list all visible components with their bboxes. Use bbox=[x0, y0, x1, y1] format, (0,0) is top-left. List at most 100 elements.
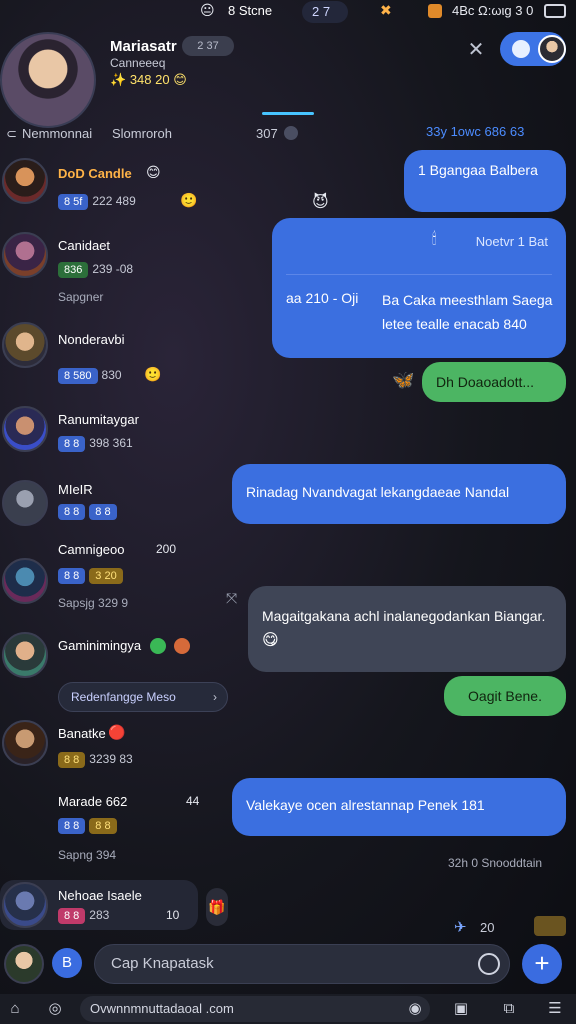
tools-icon[interactable]: ✕ bbox=[462, 36, 490, 64]
menu-icon[interactable]: ☰ bbox=[544, 998, 566, 1020]
tab-label-a[interactable]: Nemmonnai bbox=[22, 126, 92, 141]
contact-item[interactable]: Canidaet 836 239 -08 Sapgner bbox=[0, 228, 240, 308]
contact-name: Canidaet bbox=[58, 238, 111, 253]
emoji-icon: 🙂 bbox=[144, 366, 162, 382]
contact-item[interactable]: MIeIR 8 88 8 bbox=[0, 476, 240, 530]
contact-name: Camnigeoo bbox=[58, 542, 125, 557]
message-text: Rinadag Nvandvagat lekangdaeae Nandal bbox=[246, 484, 510, 500]
contact-badge: 8 8 bbox=[58, 568, 86, 584]
contact-avatar bbox=[2, 882, 48, 928]
status-bar: 😐 8 Stcne 2 7 ✖ 4Bc Ω:ωιg 3 0 bbox=[0, 0, 576, 24]
contact-meta: 239 -08 bbox=[92, 262, 134, 276]
message-text: Oagit Bene. bbox=[468, 688, 542, 704]
contact-item[interactable]: DoD Candle 😊 8 5f 222 489 🙂 bbox=[0, 154, 240, 214]
bookmark-icon[interactable]: ▣ bbox=[450, 998, 472, 1020]
message-bubble-in[interactable]: Magaitgakana achl inalanegodankan Bianga… bbox=[248, 586, 566, 672]
attach-button[interactable]: B bbox=[52, 948, 82, 978]
reload-icon[interactable]: ◉ bbox=[404, 998, 426, 1020]
contact-avatar bbox=[2, 406, 48, 452]
message-bubble-out[interactable]: Oagit Bene. bbox=[444, 676, 566, 716]
contact-item[interactable]: Camnigeoo 200 8 83 20 Sapsjg 329 9 bbox=[0, 540, 240, 614]
smile-icon: 😊 bbox=[146, 164, 161, 180]
section-mid-icon bbox=[284, 126, 298, 140]
contact-avatar bbox=[2, 158, 48, 204]
contact-badge: 8 8 bbox=[58, 752, 86, 768]
reaction-icon: 🦋 bbox=[392, 370, 415, 390]
contact-meta: 222 489 bbox=[92, 194, 136, 208]
contact-item[interactable]: Ranumitaygar 8 8 398 361 bbox=[0, 402, 240, 462]
footer-note: 32h 0 Snooddtain bbox=[448, 856, 543, 870]
section-row: ⊂ Nemmonnai Slomroroh 307 33y 1owc 686 6… bbox=[0, 124, 576, 144]
heart-icon: 🔴 bbox=[108, 724, 126, 740]
composer-avatar[interactable] bbox=[4, 944, 44, 984]
profile-stats-value: 348 20 bbox=[129, 72, 170, 87]
contact-item-selected[interactable]: Nehoae Isaele 8 8 283 10 bbox=[0, 880, 198, 930]
pin-icon: ✈ bbox=[454, 919, 467, 936]
contact-name: Ranumitaygar bbox=[58, 412, 139, 427]
mini-avatar bbox=[538, 35, 566, 63]
profile-subtitle: Canneeeq bbox=[110, 56, 166, 70]
message-bubble-out[interactable]: Rinadag Nvandvagat lekangdaeae Nandal bbox=[232, 464, 566, 524]
contact-badge: 8 8 bbox=[58, 504, 86, 520]
contact-meta: 830 bbox=[101, 368, 122, 382]
chat-header: Mariasatr 2 37 Canneeeq ✨ 348 20 😊 ✕ bbox=[0, 24, 576, 128]
status-left-label: 8 Stcne bbox=[228, 3, 273, 18]
contact-name: Marade 662 bbox=[58, 794, 128, 809]
message-bubble-out[interactable]: 1 Bgangaa Balbera bbox=[404, 150, 566, 212]
contact-item[interactable]: Nonderavbi 8 580 830 🙂 bbox=[0, 318, 240, 388]
call-icon bbox=[512, 40, 530, 58]
message-bubble-out[interactable]: Valekaye ocen alrestannap Penek 181 bbox=[232, 778, 566, 836]
contact-avatar bbox=[2, 322, 48, 368]
video-call-button[interactable] bbox=[500, 32, 566, 66]
share-icon[interactable]: ⧉ bbox=[498, 998, 520, 1020]
contact-avatar bbox=[2, 632, 48, 678]
message-divider bbox=[286, 274, 552, 275]
message-text: Dh Doaoadott... bbox=[436, 374, 535, 390]
battery-icon bbox=[544, 4, 566, 18]
status-right-label: 4Bc Ω:ωιg 3 0 bbox=[452, 3, 534, 18]
chevron-right-icon: › bbox=[213, 690, 217, 704]
home-icon[interactable]: ⌂ bbox=[4, 998, 26, 1020]
message-bubble-out[interactable]: Noetvr 1 Bat 🕯 aa 210 - Oji Ba Caka mees… bbox=[272, 218, 566, 358]
camera-icon[interactable] bbox=[478, 953, 500, 975]
message-input-placeholder: Cap Knapatask bbox=[111, 955, 214, 972]
contact-badge: 836 bbox=[58, 262, 89, 278]
tab-icon: ⊂ bbox=[6, 126, 17, 141]
profile-avatar[interactable] bbox=[0, 32, 96, 128]
status-pill: 2 7 bbox=[302, 1, 348, 23]
contact-item[interactable]: Gaminimingya Redenfangge Meso › bbox=[0, 630, 240, 716]
x-icon: ✖ bbox=[380, 2, 392, 18]
emoji-icon: 🙂 bbox=[180, 192, 198, 208]
contact-name: Gaminimingya bbox=[58, 638, 142, 653]
contact-extra: 200 bbox=[156, 542, 177, 556]
pin-icon: 🕯 bbox=[432, 231, 437, 248]
gift-icon[interactable] bbox=[534, 916, 566, 936]
contact-sub: Sapng 394 bbox=[58, 848, 117, 862]
message-lead: aa 210 - Oji bbox=[286, 290, 359, 306]
contact-item[interactable]: Marade 662 44 8 88 8 Sapng 394 bbox=[0, 790, 240, 864]
message-bubble-out[interactable]: Dh Doaoadott... bbox=[422, 362, 566, 402]
contact-badge: 8 8 bbox=[58, 818, 86, 834]
gift-icon[interactable]: 🎁 bbox=[206, 888, 228, 926]
message-input[interactable]: Cap Knapatask bbox=[94, 944, 510, 984]
section-mid-label: 307 bbox=[256, 126, 278, 141]
app-icon bbox=[428, 4, 442, 18]
contact-item[interactable]: Banatke 🔴 8 8 3239 83 bbox=[0, 718, 240, 780]
link-icon: ⤧ bbox=[226, 590, 238, 606]
profile-name[interactable]: Mariasatr bbox=[110, 38, 177, 55]
tab-label-b[interactable]: Slomroroh bbox=[112, 126, 172, 141]
section-right-label: 33y 1owc 686 63 bbox=[426, 124, 525, 139]
contact-sub: Sapgner bbox=[58, 290, 104, 304]
message-text: Ba Caka meesthlam Saega letee tealle ena… bbox=[382, 292, 553, 332]
contact-avatar bbox=[2, 232, 48, 278]
send-button[interactable]: + bbox=[522, 944, 562, 984]
url-field[interactable]: Ovwnnmnuttadaoal .com bbox=[80, 996, 430, 1022]
message-text: 1 Bgangaa Balbera bbox=[418, 162, 538, 178]
contact-search-pill[interactable]: Redenfangge Meso › bbox=[58, 682, 228, 712]
tabs-icon[interactable]: ◎ bbox=[44, 998, 66, 1020]
emoji-icon: 😋 bbox=[262, 632, 279, 649]
emoji-icon: 😐 bbox=[200, 2, 215, 18]
contact-sub: Sapsjg 329 9 bbox=[58, 596, 129, 610]
contact-badge: 8 8 bbox=[89, 504, 117, 520]
profile-stats: ✨ 348 20 😊 bbox=[110, 72, 187, 87]
